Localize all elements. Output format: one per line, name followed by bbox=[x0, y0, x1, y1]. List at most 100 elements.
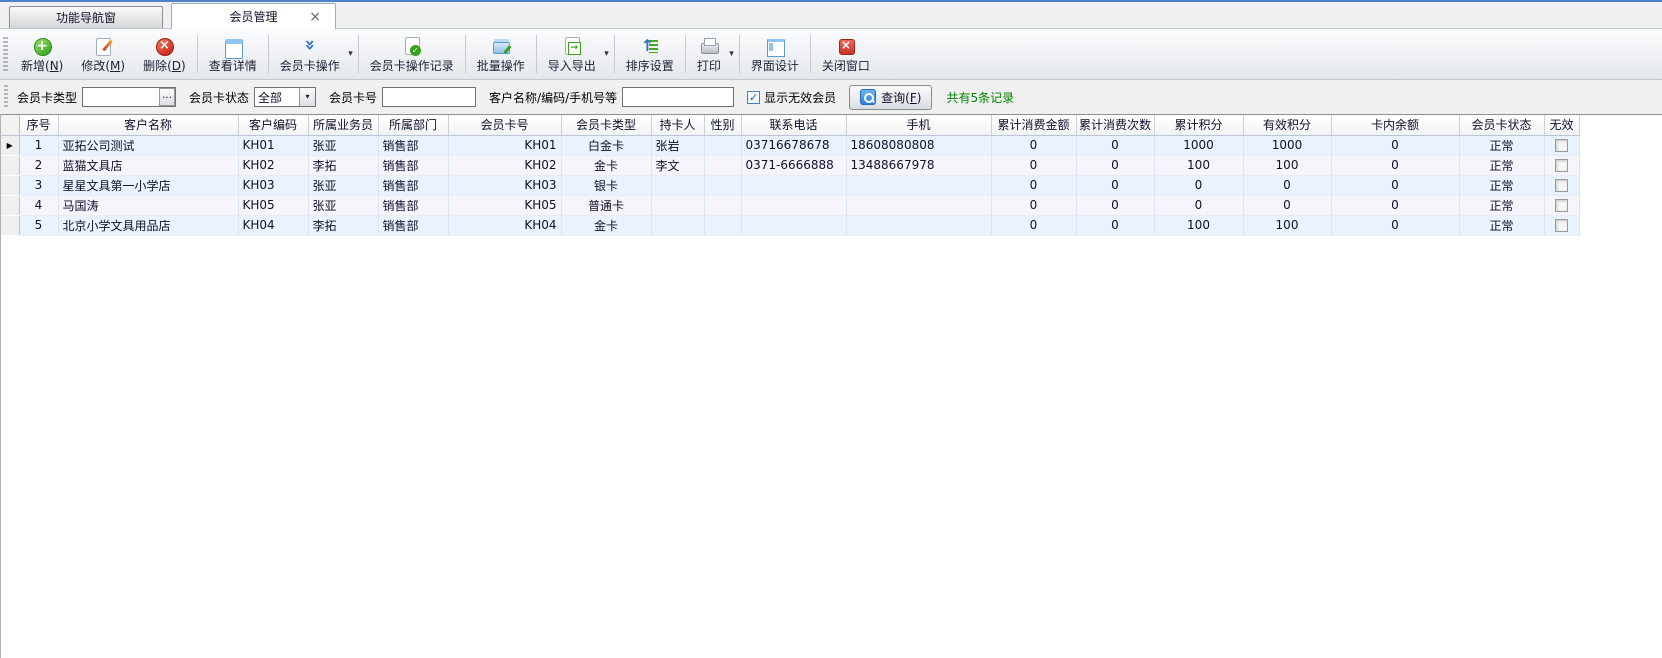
column-header[interactable]: 持卡人 bbox=[651, 115, 704, 135]
toolbar-button-close-window[interactable]: 关闭窗口 bbox=[813, 31, 879, 77]
tab-close-icon[interactable]: × bbox=[309, 10, 321, 24]
table-cell[interactable]: 正常 bbox=[1459, 135, 1544, 155]
column-header[interactable]: 累计消费金额 bbox=[991, 115, 1076, 135]
toolbar-button-add[interactable]: 新增(N) bbox=[12, 31, 72, 77]
column-header[interactable]: 性别 bbox=[704, 115, 741, 135]
table-cell[interactable]: 100 bbox=[1243, 155, 1331, 175]
table-cell[interactable]: 18608080808 bbox=[846, 135, 991, 155]
toolbar-button-import-export[interactable]: 导入导出▾ bbox=[539, 31, 612, 77]
table-cell[interactable] bbox=[704, 195, 741, 215]
table-cell[interactable]: 03716678678 bbox=[741, 135, 846, 155]
table-cell[interactable]: 销售部 bbox=[378, 135, 448, 155]
chevron-down-icon[interactable]: ▾ bbox=[299, 88, 315, 106]
column-header[interactable]: 会员卡类型 bbox=[561, 115, 651, 135]
table-cell[interactable]: 0 bbox=[1154, 175, 1243, 195]
card-type-input[interactable] bbox=[83, 88, 159, 106]
row-indicator[interactable] bbox=[1, 155, 19, 175]
table-cell[interactable]: 0 bbox=[1331, 195, 1459, 215]
table-cell[interactable]: 1000 bbox=[1243, 135, 1331, 155]
toolbar-button-edit[interactable]: 修改(M) bbox=[72, 31, 134, 77]
invalid-checkbox[interactable] bbox=[1555, 179, 1568, 192]
table-cell[interactable]: 销售部 bbox=[378, 195, 448, 215]
table-cell[interactable]: 北京小学文具用品店 bbox=[58, 215, 238, 235]
column-header[interactable]: 无效 bbox=[1544, 115, 1579, 135]
table-cell[interactable]: 普通卡 bbox=[561, 195, 651, 215]
table-cell[interactable]: 0 bbox=[1076, 155, 1154, 175]
table-cell[interactable]: KH02 bbox=[448, 155, 561, 175]
table-cell[interactable]: 星星文具第一小学店 bbox=[58, 175, 238, 195]
table-cell[interactable] bbox=[846, 215, 991, 235]
ellipsis-button[interactable]: … bbox=[159, 88, 175, 106]
table-cell[interactable]: KH04 bbox=[238, 215, 308, 235]
row-indicator[interactable] bbox=[1, 215, 19, 235]
table-cell[interactable]: KH05 bbox=[238, 195, 308, 215]
table-cell[interactable]: 李文 bbox=[651, 155, 704, 175]
table-cell[interactable] bbox=[846, 195, 991, 215]
table-cell[interactable] bbox=[741, 175, 846, 195]
table-cell[interactable] bbox=[741, 215, 846, 235]
table-cell[interactable]: 正常 bbox=[1459, 155, 1544, 175]
table-cell[interactable]: 银卡 bbox=[561, 175, 651, 195]
table-cell[interactable]: KH05 bbox=[448, 195, 561, 215]
table-cell[interactable]: 0 bbox=[1076, 175, 1154, 195]
table-cell[interactable]: KH04 bbox=[448, 215, 561, 235]
column-header[interactable]: 联系电话 bbox=[741, 115, 846, 135]
table-cell[interactable]: 白金卡 bbox=[561, 135, 651, 155]
table-cell[interactable]: 正常 bbox=[1459, 195, 1544, 215]
table-cell[interactable]: 100 bbox=[1154, 215, 1243, 235]
table-row[interactable]: 4马国涛KH05张亚销售部KH05普通卡00000正常 bbox=[1, 195, 1579, 215]
table-cell[interactable]: 1000 bbox=[1154, 135, 1243, 155]
toolbar-grip-handle[interactable] bbox=[3, 37, 8, 71]
table-cell[interactable]: 正常 bbox=[1459, 215, 1544, 235]
toolbar-button-card-ops-record[interactable]: 会员卡操作记录 bbox=[361, 31, 463, 77]
table-row[interactable]: 3星星文具第一小学店KH03张亚销售部KH03银卡00000正常 bbox=[1, 175, 1579, 195]
table-cell[interactable]: 0 bbox=[991, 195, 1076, 215]
table-cell[interactable] bbox=[704, 155, 741, 175]
table-row[interactable]: 5北京小学文具用品店KH04李拓销售部KH04金卡001001000正常 bbox=[1, 215, 1579, 235]
column-header[interactable]: 所属部门 bbox=[378, 115, 448, 135]
table-cell[interactable]: 0371-6666888 bbox=[741, 155, 846, 175]
dropdown-caret-icon[interactable]: ▾ bbox=[604, 49, 609, 59]
table-cell[interactable]: 张亚 bbox=[308, 135, 378, 155]
table-cell[interactable]: 5 bbox=[19, 215, 58, 235]
table-cell[interactable] bbox=[704, 215, 741, 235]
table-cell[interactable]: KH03 bbox=[238, 175, 308, 195]
tab-function-nav[interactable]: 功能导航窗 bbox=[9, 6, 163, 28]
table-cell[interactable]: 李拓 bbox=[308, 215, 378, 235]
table-cell[interactable] bbox=[651, 175, 704, 195]
toolbar-button-view-detail[interactable]: 查看详情 bbox=[200, 31, 266, 77]
table-cell[interactable]: 销售部 bbox=[378, 155, 448, 175]
table-row[interactable]: 2蓝猫文具店KH02李拓销售部KH02金卡李文0371-666688813488… bbox=[1, 155, 1579, 175]
table-cell[interactable] bbox=[651, 195, 704, 215]
dropdown-caret-icon[interactable]: ▾ bbox=[348, 49, 353, 59]
column-header[interactable]: 会员卡号 bbox=[448, 115, 561, 135]
column-header[interactable]: 会员卡状态 bbox=[1459, 115, 1544, 135]
column-header[interactable]: 累计积分 bbox=[1154, 115, 1243, 135]
column-header[interactable]: 客户名称 bbox=[58, 115, 238, 135]
column-header[interactable]: 所属业务员 bbox=[308, 115, 378, 135]
dropdown-caret-icon[interactable]: ▾ bbox=[729, 49, 734, 59]
table-cell[interactable]: 0 bbox=[1243, 175, 1331, 195]
table-cell[interactable]: 销售部 bbox=[378, 175, 448, 195]
table-cell[interactable]: 金卡 bbox=[561, 155, 651, 175]
table-cell[interactable]: 4 bbox=[19, 195, 58, 215]
invalid-checkbox[interactable] bbox=[1555, 199, 1568, 212]
toolbar-button-delete[interactable]: 删除(D) bbox=[134, 31, 195, 77]
table-cell[interactable]: 张亚 bbox=[308, 175, 378, 195]
table-cell[interactable]: 0 bbox=[991, 155, 1076, 175]
filterbar-grip-handle[interactable] bbox=[4, 85, 8, 109]
customer-search-input[interactable] bbox=[623, 88, 733, 106]
table-cell[interactable]: 李拓 bbox=[308, 155, 378, 175]
column-header[interactable]: 客户编码 bbox=[238, 115, 308, 135]
column-header[interactable]: 序号 bbox=[19, 115, 58, 135]
table-cell[interactable]: 100 bbox=[1243, 215, 1331, 235]
table-cell[interactable]: KH01 bbox=[448, 135, 561, 155]
table-cell[interactable]: KH01 bbox=[238, 135, 308, 155]
table-cell[interactable]: 金卡 bbox=[561, 215, 651, 235]
table-cell[interactable]: 蓝猫文具店 bbox=[58, 155, 238, 175]
table-cell[interactable]: 张亚 bbox=[308, 195, 378, 215]
query-button[interactable]: 查询(F) bbox=[849, 85, 932, 110]
table-cell[interactable]: 正常 bbox=[1459, 175, 1544, 195]
invalid-checkbox[interactable] bbox=[1555, 159, 1568, 172]
table-cell[interactable]: 13488667978 bbox=[846, 155, 991, 175]
